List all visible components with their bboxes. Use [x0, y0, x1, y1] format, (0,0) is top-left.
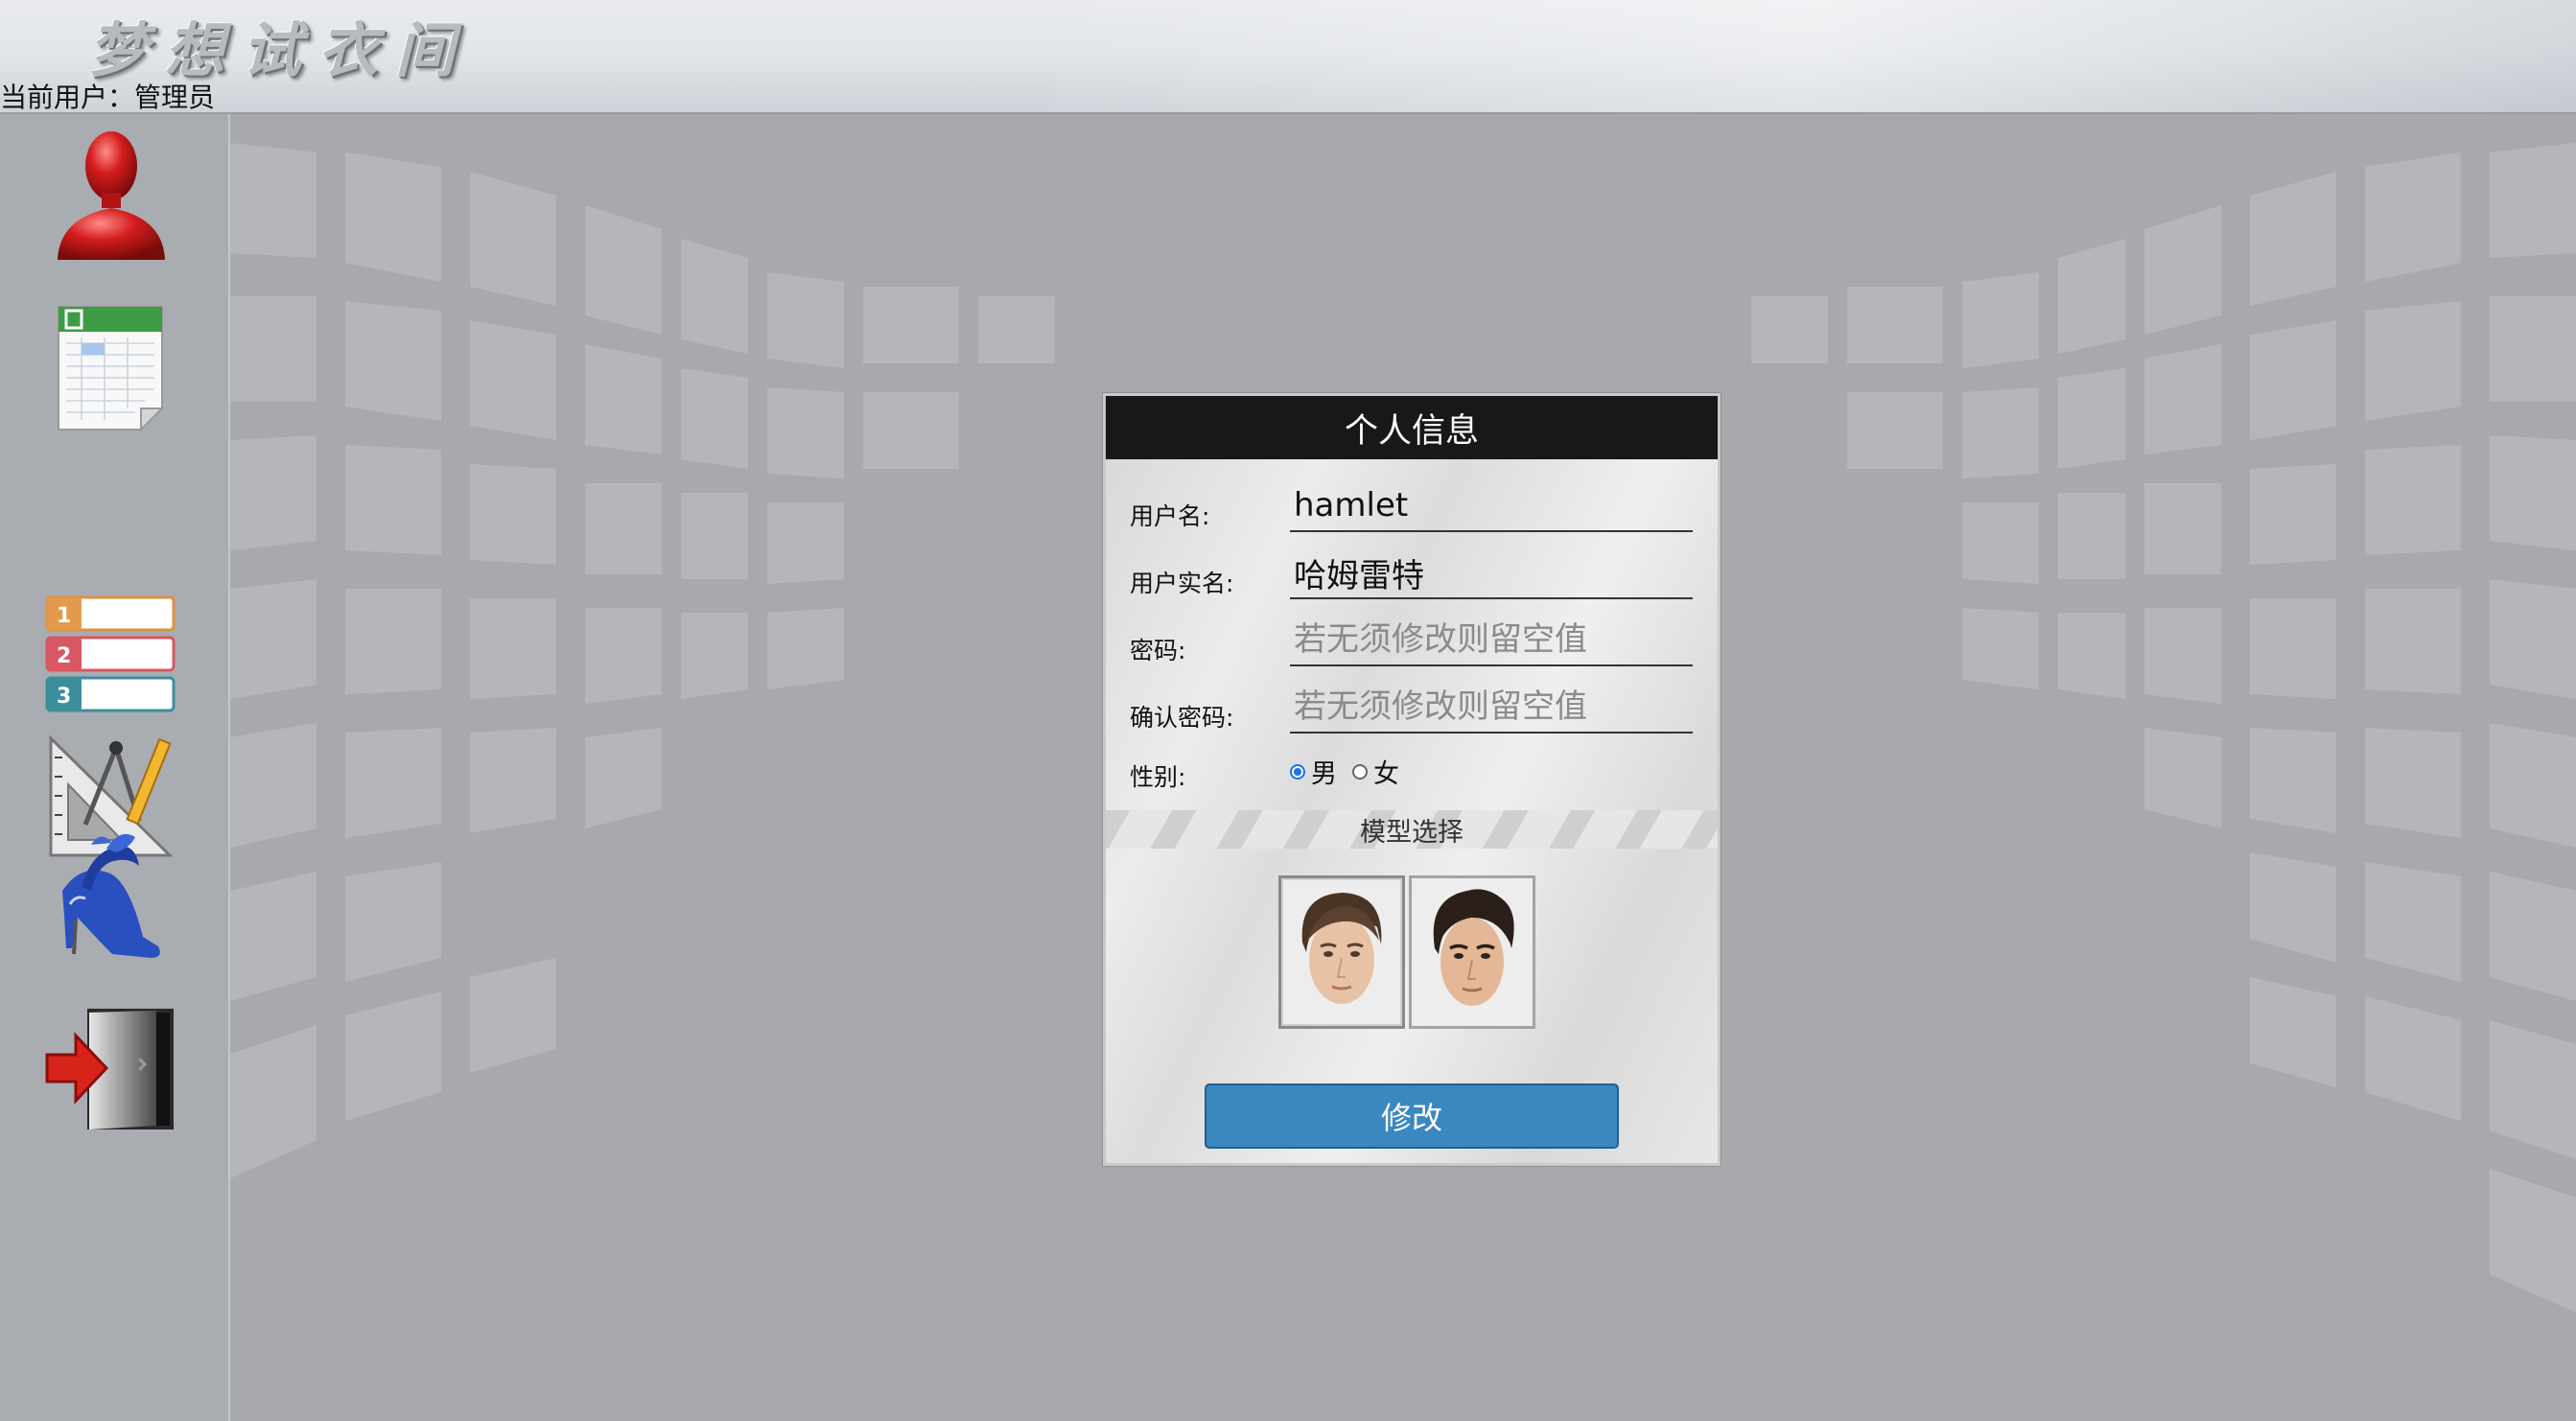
current-user-label: 当前用户：: [0, 82, 135, 113]
sidebar-item-spreadsheet[interactable]: [38, 296, 182, 440]
sidebar-item-profile[interactable]: [38, 126, 182, 269]
username-row: 用户名:: [1130, 480, 1696, 540]
male-model-face-1-icon: [1301, 893, 1382, 1004]
male-model-face-2-icon: [1433, 889, 1514, 1006]
gender-female-label[interactable]: 女: [1373, 753, 1399, 790]
gender-male-label[interactable]: 男: [1311, 753, 1337, 790]
model-selector: [1278, 875, 1535, 1029]
numbered-list-icon: 1 2 3: [45, 595, 176, 712]
realname-label: 用户实名:: [1130, 570, 1234, 597]
gender-radio-group: 男 女: [1290, 753, 1399, 790]
username-label: 用户名:: [1130, 502, 1210, 530]
password-label: 密码:: [1130, 637, 1186, 664]
sidebar-nav: 1 2 3: [0, 114, 230, 1421]
sidebar-item-logout[interactable]: [38, 996, 182, 1140]
confirm-password-field[interactable]: [1290, 682, 1693, 734]
model-section-header: 模型选择: [1106, 810, 1718, 849]
svg-text:2: 2: [57, 644, 71, 668]
model-option-2[interactable]: [1409, 875, 1535, 1029]
confirm-password-label: 确认密码:: [1130, 704, 1234, 732]
exit-door-icon: [45, 1009, 174, 1130]
realname-field[interactable]: [1290, 547, 1693, 599]
svg-text:1: 1: [57, 604, 71, 628]
username-field[interactable]: [1290, 480, 1693, 532]
realname-row: 用户实名:: [1130, 547, 1696, 607]
dialog-title: 个人信息: [1106, 396, 1718, 459]
user-profile-icon: [58, 131, 165, 260]
app-header: 梦想试衣间 当前用户：管理员: [0, 0, 2576, 114]
current-user-name: 管理员: [134, 82, 216, 113]
gender-female-radio[interactable]: [1352, 763, 1368, 780]
gender-row: 性别: 男 女: [1130, 741, 1696, 801]
high-heel-shoes-icon: [62, 833, 160, 958]
sidebar-item-ranking[interactable]: 1 2 3: [38, 584, 182, 728]
password-row: 密码:: [1130, 615, 1696, 674]
model-option-1[interactable]: [1278, 875, 1405, 1029]
current-user-info: 当前用户：管理员: [0, 77, 215, 115]
modify-button[interactable]: 修改: [1205, 1083, 1619, 1149]
app-title: 梦想试衣间: [88, 15, 473, 85]
confirm-password-row: 确认密码:: [1130, 682, 1696, 741]
svg-text:3: 3: [57, 685, 71, 709]
sidebar-item-fitting[interactable]: [38, 824, 182, 967]
password-field[interactable]: [1290, 615, 1693, 666]
profile-dialog: 个人信息 用户名: 用户实名: 密码: 确认密码: 性别: 男 女 模型选择: [1103, 393, 1721, 1166]
gender-label: 性别:: [1130, 763, 1186, 791]
spreadsheet-icon: [58, 306, 165, 432]
gender-male-radio[interactable]: [1290, 763, 1305, 780]
